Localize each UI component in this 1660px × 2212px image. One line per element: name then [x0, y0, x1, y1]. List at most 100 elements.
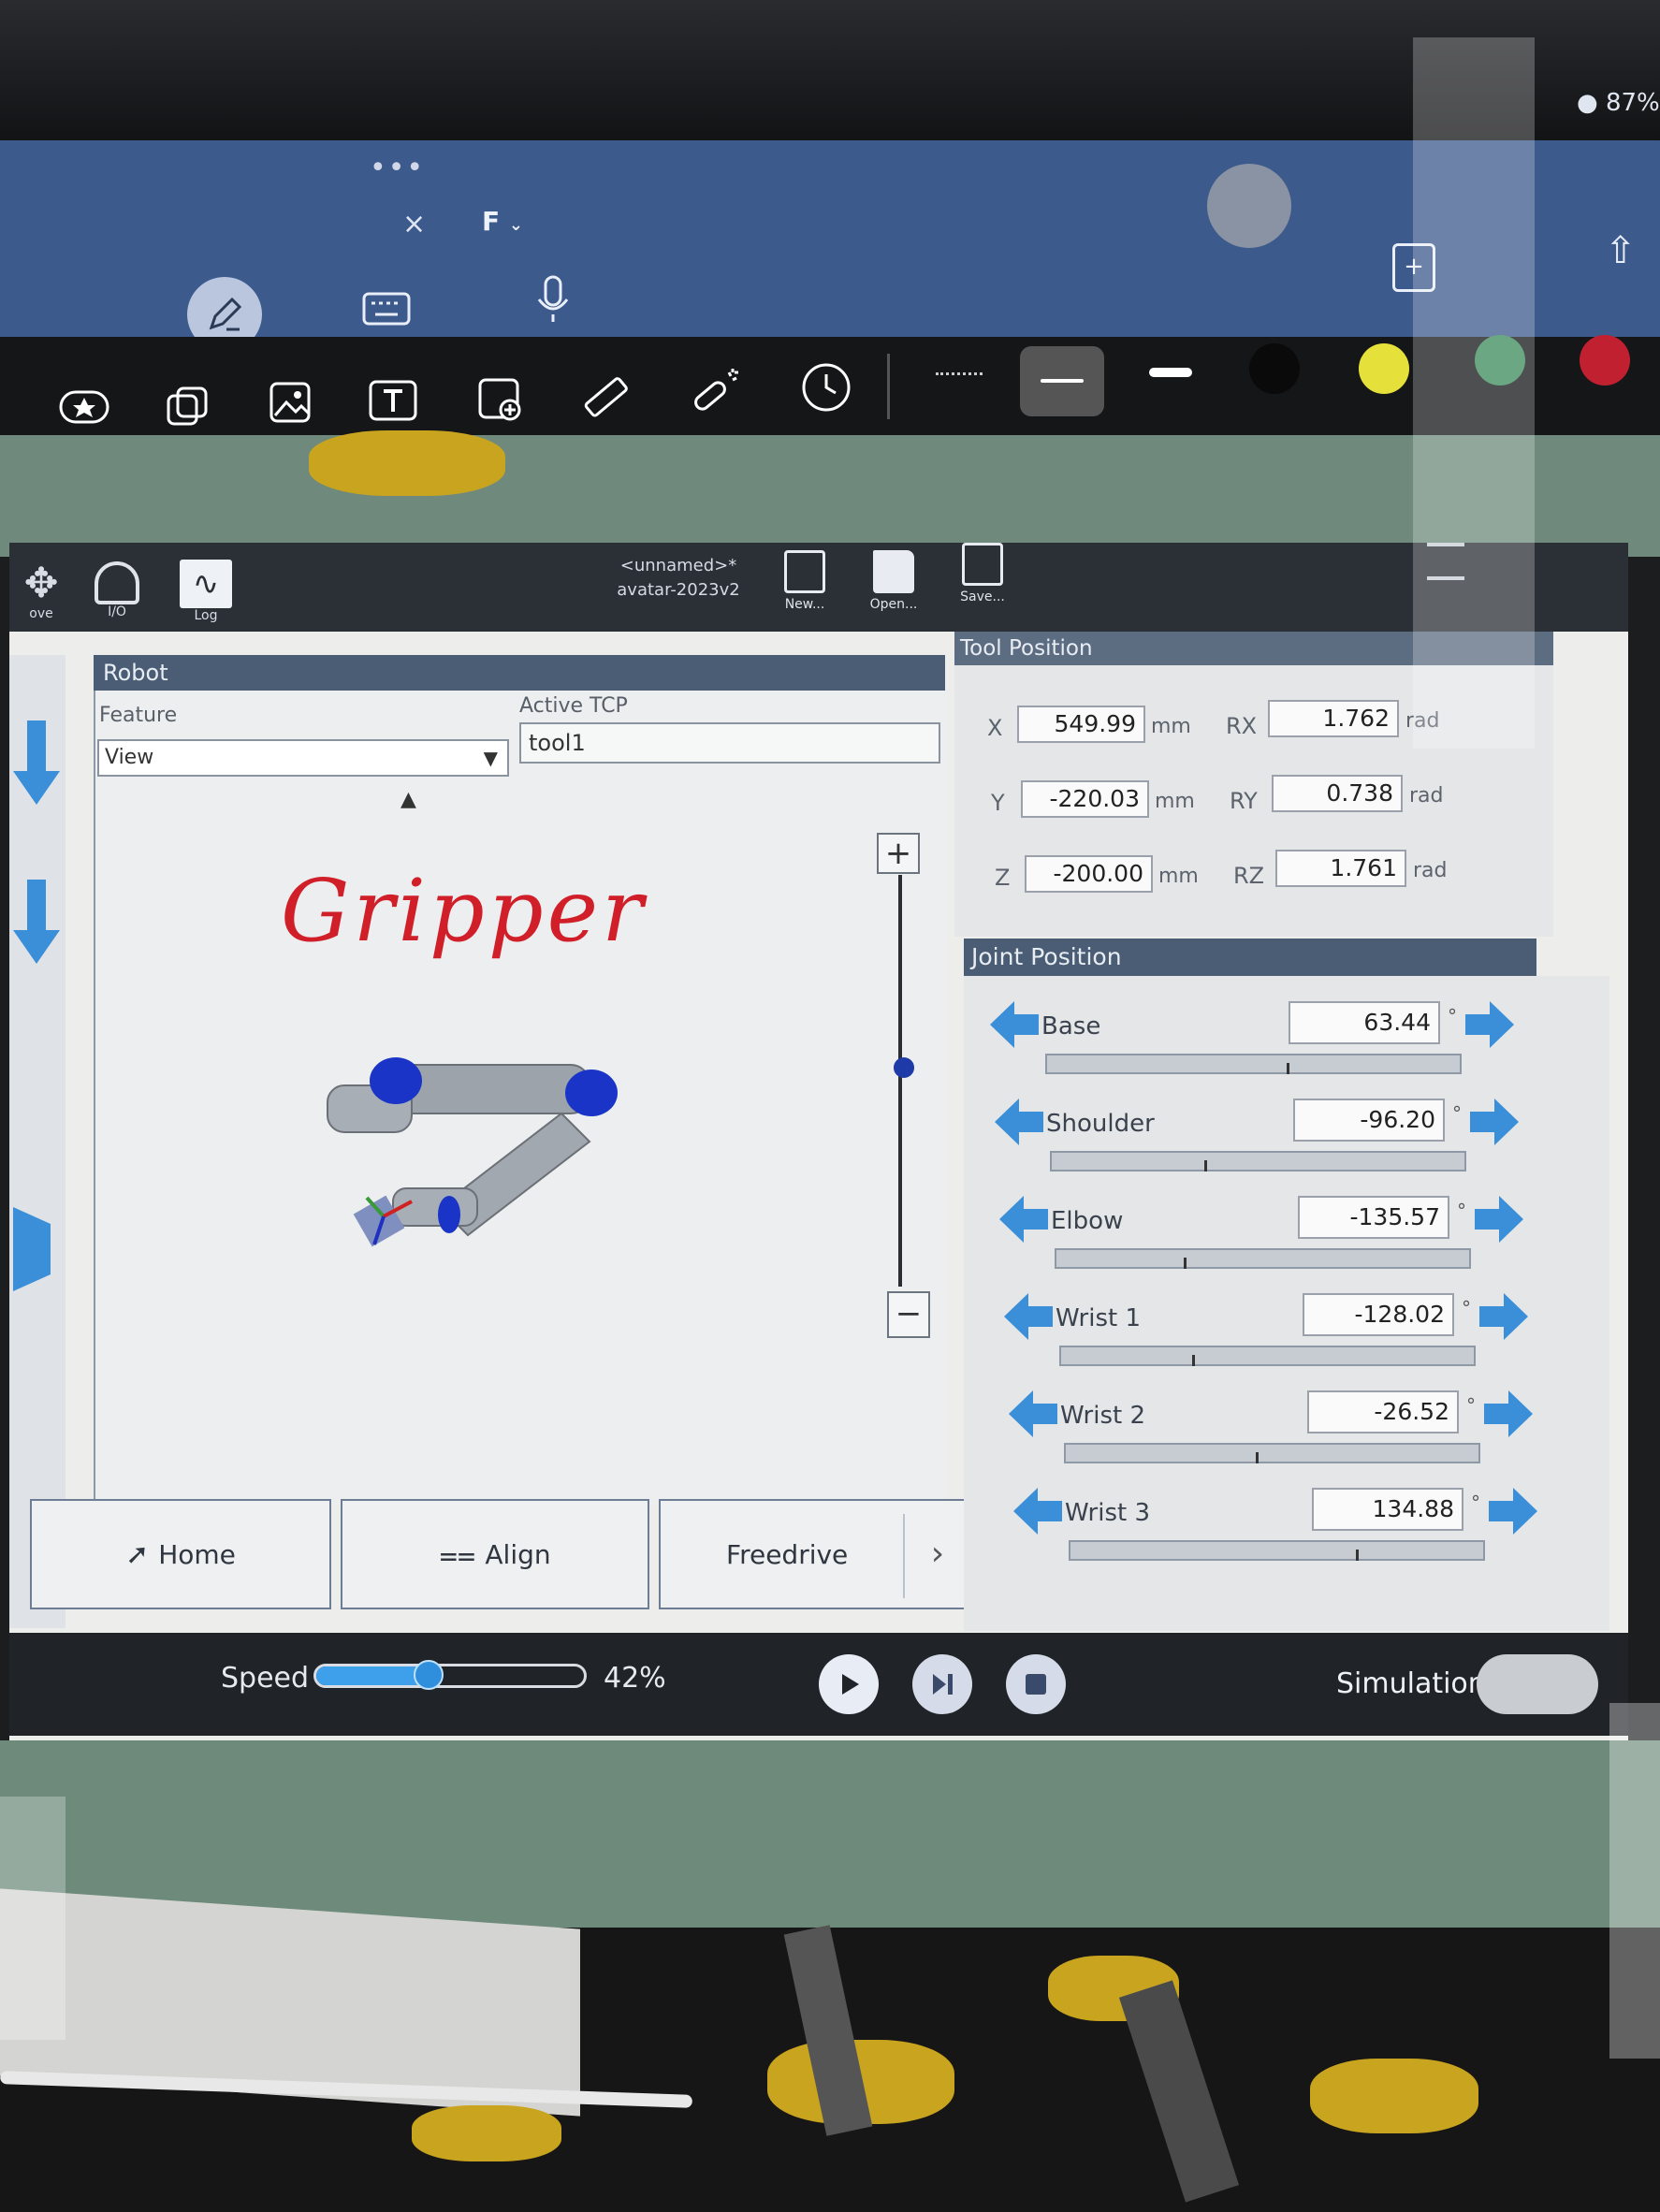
joint-range-bar — [1064, 1443, 1480, 1463]
stop-button[interactable] — [1006, 1654, 1066, 1714]
favorite-tool-icon[interactable] — [51, 379, 117, 435]
log-tab[interactable]: ∿ Log — [168, 560, 243, 623]
move-tab-label: ove — [29, 606, 53, 621]
tool-rotation-value[interactable]: 1.762 — [1268, 700, 1399, 737]
black-color-swatch[interactable] — [1249, 343, 1300, 394]
person-icon: ● — [1577, 89, 1598, 117]
pencil-icon — [209, 297, 242, 331]
ruler-icon[interactable] — [573, 370, 638, 426]
joint-range-marker — [1256, 1452, 1259, 1463]
tool-rotation-axis-label: RZ — [1233, 863, 1265, 889]
share-icon[interactable]: ⇧ — [1605, 229, 1637, 272]
new-file-button[interactable]: New... — [767, 550, 842, 612]
joint-value[interactable]: -26.52 — [1307, 1390, 1459, 1433]
tool-position-unit: mm — [1155, 790, 1195, 813]
simulation-label: Simulation — [1336, 1667, 1486, 1700]
move-tab[interactable]: ✥ ove — [13, 560, 69, 622]
tool-rotation-value[interactable]: 1.761 — [1275, 850, 1406, 887]
feature-label: Feature — [99, 704, 178, 727]
open-file-button[interactable]: Open... — [856, 550, 931, 612]
keyboard-icon[interactable] — [354, 281, 419, 337]
thin-line-option[interactable] — [1020, 346, 1104, 416]
joint-value[interactable]: 134.88 — [1312, 1488, 1463, 1531]
save-file-button[interactable]: Save... — [945, 543, 1020, 604]
zoom-out-button[interactable]: − — [887, 1291, 930, 1338]
joint-value[interactable]: -135.57 — [1298, 1196, 1449, 1239]
save-disk-icon — [962, 543, 1003, 586]
yellow-debris-3 — [1310, 2059, 1478, 2133]
feature-select[interactable]: View ▼ — [97, 739, 509, 777]
log-chart-icon: ∿ — [180, 560, 232, 608]
shapes-icon[interactable] — [154, 379, 220, 435]
close-tab-button[interactable]: × — [402, 208, 426, 240]
red-color-swatch[interactable] — [1580, 335, 1630, 386]
joint-range-marker — [1204, 1160, 1207, 1171]
new-file-icon — [784, 550, 825, 593]
joint-degree-unit: ° — [1471, 1492, 1480, 1514]
tool-position-value[interactable]: -220.03 — [1021, 780, 1149, 818]
home-button-label: Home — [158, 1538, 236, 1570]
joint-range-marker — [1287, 1063, 1289, 1074]
stop-icon — [1026, 1674, 1046, 1695]
tool-rotation-unit: rad — [1413, 859, 1448, 882]
zoom-in-button[interactable]: + — [877, 833, 920, 874]
tablet-bezel — [0, 0, 1660, 140]
joint-value[interactable]: -96.20 — [1293, 1099, 1445, 1142]
move-arrows-icon: ✥ — [23, 560, 59, 607]
joint-degree-unit: ° — [1462, 1297, 1471, 1319]
joint-value[interactable]: -128.02 — [1303, 1293, 1454, 1336]
joint-degree-unit: ° — [1457, 1200, 1466, 1222]
speed-slider-knob[interactable] — [414, 1660, 444, 1690]
tool-position-value[interactable]: -200.00 — [1025, 855, 1153, 893]
yellow-object — [309, 430, 505, 496]
chevron-down-icon: ⌄ — [508, 215, 523, 235]
camera-indicator — [1207, 164, 1291, 248]
robot-panel-title: Robot — [94, 655, 945, 691]
joint-name: Wrist 1 — [1056, 1304, 1141, 1332]
microphone-icon[interactable] — [520, 271, 586, 327]
tool-rotation-value[interactable]: 0.738 — [1272, 775, 1403, 812]
add-image-icon[interactable] — [468, 372, 533, 429]
clock-icon[interactable] — [794, 359, 859, 415]
dotted-line-option[interactable] — [936, 372, 983, 375]
io-robot-icon — [95, 561, 139, 604]
joint-range-bar — [1059, 1346, 1476, 1366]
zoom-slider-thumb[interactable] — [894, 1057, 914, 1078]
step-button[interactable] — [912, 1654, 972, 1714]
joint-degree-unit: ° — [1448, 1005, 1457, 1027]
home-button[interactable]: ➚ Home — [30, 1499, 331, 1609]
folder-menu[interactable]: F ⌄ — [482, 206, 523, 237]
more-dots-icon[interactable]: ••• — [370, 152, 425, 184]
tool-position-unit: mm — [1158, 865, 1199, 888]
yellow-color-swatch[interactable] — [1359, 343, 1409, 394]
zoom-slider-track[interactable] — [898, 875, 902, 1287]
simulation-toggle[interactable] — [1477, 1654, 1598, 1714]
background-wall — [0, 435, 1660, 557]
active-tcp-field[interactable]: tool1 — [519, 722, 940, 764]
robot-3d-model[interactable] — [309, 1029, 646, 1291]
feature-value: View — [105, 746, 154, 769]
handwritten-annotation: Gripper — [281, 861, 648, 961]
program-name: <unnamed>* — [619, 556, 737, 575]
battery-text: 87% — [1605, 89, 1660, 117]
play-button[interactable] — [819, 1654, 879, 1714]
speed-value: 42% — [604, 1662, 666, 1695]
thick-line-option[interactable] — [1149, 368, 1192, 377]
active-tcp-label: Active TCP — [519, 694, 628, 718]
tool-position-unit: mm — [1151, 715, 1191, 738]
joint-value[interactable]: 63.44 — [1289, 1001, 1440, 1044]
align-button[interactable]: ⩵ Align — [341, 1499, 649, 1609]
tool-position-value[interactable]: 549.99 — [1017, 706, 1145, 743]
image-icon[interactable] — [257, 374, 323, 430]
joint-name: Shoulder — [1046, 1110, 1155, 1138]
mouse-cursor-icon: ▲ — [400, 788, 416, 811]
folder-icon — [873, 550, 914, 593]
tool-axis-label: Y — [991, 790, 1005, 816]
io-tab[interactable]: I/O — [84, 561, 150, 619]
screen-glare-bottom — [1609, 1703, 1660, 2059]
text-box-icon[interactable] — [360, 372, 426, 429]
freedrive-more-button[interactable]: › — [903, 1514, 970, 1598]
laser-pointer-icon[interactable] — [683, 365, 749, 421]
freedrive-button-label: Freedrive — [726, 1538, 849, 1570]
play-icon — [842, 1674, 859, 1695]
